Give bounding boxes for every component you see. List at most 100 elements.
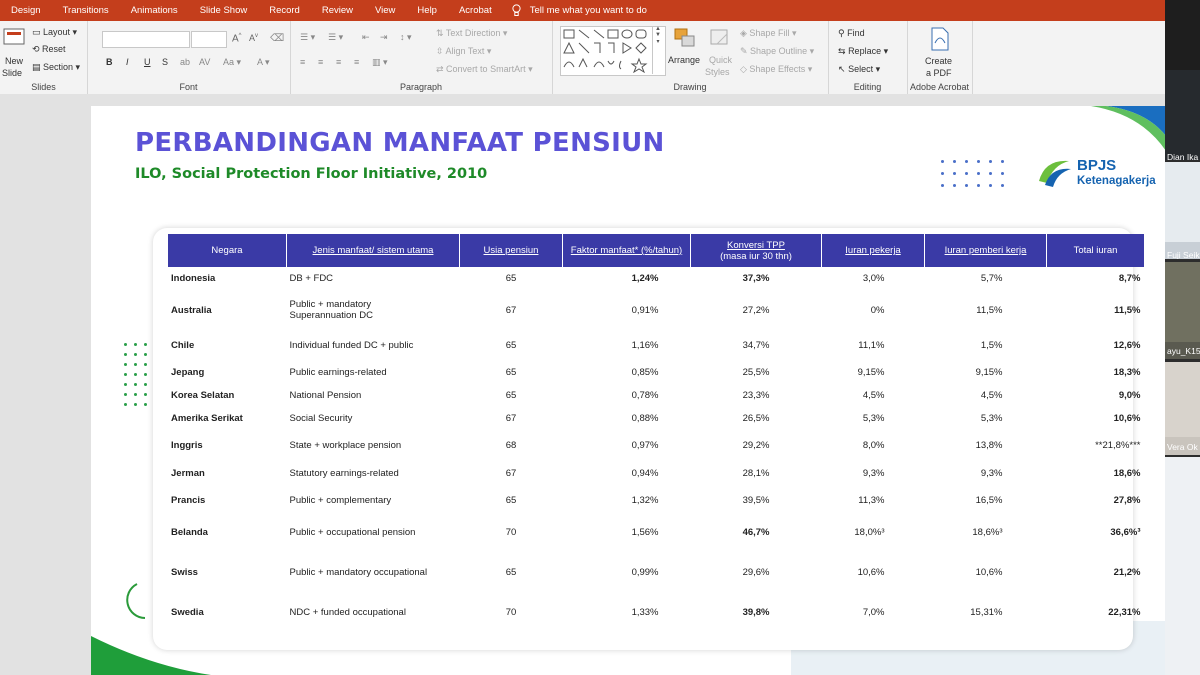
table-cell-text: 29,2% <box>742 440 770 451</box>
increase-indent-icon[interactable]: ⇥ <box>380 32 388 43</box>
spacing-icon[interactable]: AV <box>199 57 210 67</box>
quick-styles-label: Quick <box>709 55 733 65</box>
clear-format-icon[interactable]: ⌫ <box>270 33 284 44</box>
grow-font-button[interactable]: A^ <box>232 33 242 44</box>
italic-button[interactable]: I <box>126 57 129 67</box>
justify-icon[interactable]: ≡ <box>354 57 359 67</box>
tab-record[interactable]: Record <box>258 0 311 21</box>
tab-review[interactable]: Review <box>311 0 364 21</box>
decorative-dot <box>134 393 137 396</box>
table-cell-text: Public + occupational pension <box>289 526 416 538</box>
participant-tile[interactable]: Dian Ika <box>1165 0 1200 160</box>
font-name-field[interactable] <box>102 31 190 48</box>
columns-icon[interactable]: ▥ ▾ <box>372 57 388 68</box>
table-cell-text: 67 <box>505 467 517 479</box>
table-cell: 1,32% <box>563 487 691 514</box>
find-button[interactable]: ⚲ Find <box>838 28 865 39</box>
arrange-button[interactable]: Arrange <box>668 25 702 77</box>
reset-button[interactable]: ⟲ Reset <box>32 44 66 55</box>
bold-button[interactable]: B <box>106 57 113 67</box>
table-cell-text: 21,2% <box>1113 566 1141 578</box>
table-cell: 0,78% <box>563 385 691 405</box>
table-row: Belanda Public + occupational pension 70 1,… <box>168 514 1145 550</box>
table-cell: 5,3% <box>925 405 1047 432</box>
table-cell-text: Public earnings-related <box>289 366 387 378</box>
convert-smartart-button[interactable]: ⇄ Convert to SmartArt ▾ <box>436 64 533 75</box>
shapes-gallery[interactable] <box>560 26 666 76</box>
search-icon: ⚲ <box>838 28 845 38</box>
table-cell: State + workplace pension <box>287 432 460 459</box>
table-cell: 5,3% <box>822 405 925 432</box>
table-cell-text: 65 <box>505 339 517 351</box>
tab-slide-show[interactable]: Slide Show <box>189 0 259 21</box>
text-direction-button[interactable]: ⇅ Text Direction ▾ <box>436 28 507 39</box>
align-center-icon[interactable]: ≡ <box>318 57 323 67</box>
reset-label: Reset <box>42 44 66 54</box>
participant-tile[interactable]: Vera Ok <box>1165 362 1200 455</box>
table-cell: 25,5% <box>691 359 822 385</box>
header-konversi-tpp: Konversi TPP (masa iur 30 thn) <box>690 234 822 267</box>
table-cell-text: 9,3% <box>980 467 1003 479</box>
tab-help[interactable]: Help <box>406 0 448 21</box>
shape-outline-button[interactable]: ✎ Shape Outline ▾ <box>740 46 814 57</box>
table-cell-text: 70 <box>505 526 517 538</box>
shape-fill-button[interactable]: ◈ Shape Fill ▾ <box>740 28 796 39</box>
slide-canvas[interactable]: PERBANDINGAN MANFAAT PENSIUN ILO, Social… <box>91 106 1166 675</box>
tab-design[interactable]: Design <box>0 0 52 21</box>
decorative-dot <box>144 393 147 396</box>
layout-button[interactable]: ▭ Layout ▾ <box>32 27 77 38</box>
change-case-icon[interactable]: Aa ▾ <box>223 57 241 68</box>
tab-acrobat[interactable]: Acrobat <box>448 0 503 21</box>
create-pdf-button[interactable]: Create a PDF <box>917 25 963 79</box>
table-row: Prancis Public + complementary 65 1,32% 39,5… <box>168 487 1145 514</box>
align-text-button[interactable]: ⇳ Align Text ▾ <box>436 46 491 57</box>
bullets-icon[interactable]: ☰ ▾ <box>300 32 315 43</box>
table-cell-text: 25,5% <box>742 366 770 378</box>
decorative-dot <box>965 172 968 175</box>
editing-group-label: Editing <box>853 82 882 92</box>
underline-button[interactable]: U <box>144 57 151 67</box>
new-slide-button[interactable]: New Slide <box>2 25 27 79</box>
table-cell: 1,33% <box>563 594 691 630</box>
table-row: Jepang Public earnings-related 65 0,85% 25,5… <box>168 359 1145 385</box>
tab-animations[interactable]: Animations <box>120 0 189 21</box>
numbering-icon[interactable]: ☰ ▾ <box>328 32 343 43</box>
tell-me-box[interactable]: Tell me what you want to do <box>511 4 647 17</box>
table-cell-text: 39,8% <box>742 606 770 618</box>
participant-tile[interactable]: Fuji Seik <box>1165 162 1200 259</box>
table-cell-text: Korea Selatan <box>171 389 235 401</box>
table-cell: 11,5% <box>1047 289 1145 331</box>
decorative-dot <box>124 383 127 386</box>
decrease-indent-icon[interactable]: ⇤ <box>362 32 370 43</box>
table-cell: Australia <box>168 289 287 331</box>
align-right-icon[interactable]: ≡ <box>336 57 341 67</box>
font-size-field[interactable] <box>191 31 227 48</box>
create-pdf-label: Create <box>925 56 953 66</box>
table-cell-text: 67 <box>505 413 517 424</box>
tab-view[interactable]: View <box>364 0 406 21</box>
table-cell-text: 10,6% <box>1113 413 1141 424</box>
char-spacing-icon[interactable]: ab <box>180 57 190 67</box>
replace-button[interactable]: ⇆ Replace ▾ <box>838 46 888 57</box>
table-cell: 65 <box>460 550 563 594</box>
line-spacing-icon[interactable]: ↕ ▾ <box>400 32 412 43</box>
shape-effects-button[interactable]: ◇ Shape Effects ▾ <box>740 64 812 75</box>
strike-button[interactable]: S <box>162 57 168 67</box>
table-cell-text: State + workplace pension <box>289 440 402 451</box>
font-color-icon[interactable]: A ▾ <box>257 57 270 68</box>
align-left-icon[interactable]: ≡ <box>300 57 305 67</box>
shrink-font-button[interactable]: Av <box>249 33 258 43</box>
shapes-scroll[interactable]: ▲ ▼ ▾ <box>652 26 663 74</box>
quick-styles-button[interactable]: Quick Styles <box>704 25 736 77</box>
table-cell-text: 5,3% <box>980 413 1003 424</box>
participant-tile[interactable]: ayu_K15 <box>1165 262 1200 359</box>
table-cell-text: 28,1% <box>742 467 770 479</box>
table-cell-text: Public + mandatory occupational <box>289 566 428 578</box>
section-button[interactable]: ▤ Section ▾ <box>32 62 80 73</box>
tab-transitions[interactable]: Transitions <box>52 0 120 21</box>
table-cell: 10,6% <box>1047 405 1145 432</box>
select-button[interactable]: ↖ Select ▾ <box>838 64 880 75</box>
table-cell: 8,0% <box>822 432 925 459</box>
table-cell: 67 <box>460 459 563 487</box>
reset-icon: ⟲ <box>32 44 43 54</box>
